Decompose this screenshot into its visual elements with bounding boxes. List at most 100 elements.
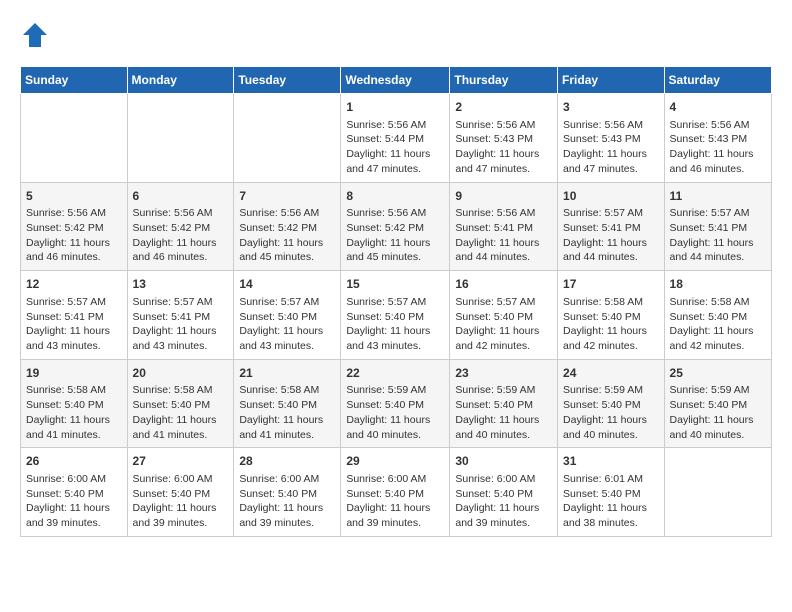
weekday-header-thursday: Thursday [450,67,558,94]
day-info-2: Sunrise: 5:56 AM Sunset: 5:43 PM Dayligh… [455,118,552,177]
day-info-19: Sunrise: 5:58 AM Sunset: 5:40 PM Dayligh… [26,383,122,442]
day-info-20: Sunrise: 5:58 AM Sunset: 5:40 PM Dayligh… [133,383,229,442]
day-number-11: 11 [670,188,766,205]
day-number-23: 23 [455,365,552,382]
day-number-26: 26 [26,453,122,470]
day-number-14: 14 [239,276,335,293]
day-info-16: Sunrise: 5:57 AM Sunset: 5:40 PM Dayligh… [455,295,552,354]
day-number-7: 7 [239,188,335,205]
day-cell-13: 13Sunrise: 5:57 AM Sunset: 5:41 PM Dayli… [127,271,234,360]
day-cell-20: 20Sunrise: 5:58 AM Sunset: 5:40 PM Dayli… [127,359,234,448]
day-info-13: Sunrise: 5:57 AM Sunset: 5:41 PM Dayligh… [133,295,229,354]
day-cell-2: 2 Sunrise: 5:56 AM Sunset: 5:43 PM Daylig… [450,94,558,183]
day-cell-18: 18 Sunrise: 5:58 AM Sunset: 5:40 PM Dayli… [664,271,771,360]
day-number-5: 5 [26,188,122,205]
day-cell-15: 15 Sunrise: 5:57 AM Sunset: 5:40 PM Dayli… [341,271,450,360]
day-cell-19: 19Sunrise: 5:58 AM Sunset: 5:40 PM Dayli… [21,359,128,448]
day-number-20: 20 [133,365,229,382]
day-number-25: 25 [670,365,766,382]
day-info-4: Sunrise: 5:56 AM Sunset: 5:43 PM Dayligh… [670,118,766,177]
day-info-7: Sunrise: 5:56 AM Sunset: 5:42 PM Dayligh… [239,206,335,265]
day-number-24: 24 [563,365,659,382]
day-number-8: 8 [346,188,444,205]
empty-cell [21,94,128,183]
day-cell-30: 30 Sunrise: 6:00 AM Sunset: 5:40 PM Dayli… [450,448,558,537]
day-number-3: 3 [563,99,659,116]
day-cell-8: 8Sunrise: 5:56 AM Sunset: 5:42 PM Daylig… [341,182,450,271]
day-info-1: Sunrise: 5:56 AM Sunset: 5:44 PM Dayligh… [346,118,444,177]
day-info-23: Sunrise: 5:59 AM Sunset: 5:40 PM Dayligh… [455,383,552,442]
day-number-2: 2 [455,99,552,116]
empty-cell [234,94,341,183]
weekday-header-saturday: Saturday [664,67,771,94]
calendar-table: SundayMondayTuesdayWednesdayThursdayFrid… [20,66,772,537]
day-info-26: Sunrise: 6:00 AM Sunset: 5:40 PM Dayligh… [26,472,122,531]
day-number-29: 29 [346,453,444,470]
day-number-30: 30 [455,453,552,470]
day-cell-25: 25Sunrise: 5:59 AM Sunset: 5:40 PM Dayli… [664,359,771,448]
day-cell-17: 17 Sunrise: 5:58 AM Sunset: 5:40 PM Dayli… [558,271,665,360]
weekday-header-friday: Friday [558,67,665,94]
day-number-21: 21 [239,365,335,382]
day-info-24: Sunrise: 5:59 AM Sunset: 5:40 PM Dayligh… [563,383,659,442]
week-row-3: 12 Sunrise: 5:57 AM Sunset: 5:41 PM Dayli… [21,271,772,360]
empty-cell [127,94,234,183]
day-info-5: Sunrise: 5:56 AM Sunset: 5:42 PM Dayligh… [26,206,122,265]
day-number-16: 16 [455,276,552,293]
week-row-2: 5Sunrise: 5:56 AM Sunset: 5:42 PM Daylig… [21,182,772,271]
week-row-4: 19Sunrise: 5:58 AM Sunset: 5:40 PM Dayli… [21,359,772,448]
day-number-15: 15 [346,276,444,293]
day-number-18: 18 [670,276,766,293]
day-number-19: 19 [26,365,122,382]
day-number-1: 1 [346,99,444,116]
day-cell-26: 26 Sunrise: 6:00 AM Sunset: 5:40 PM Dayli… [21,448,128,537]
day-number-22: 22 [346,365,444,382]
weekday-header-monday: Monday [127,67,234,94]
day-cell-7: 7Sunrise: 5:56 AM Sunset: 5:42 PM Daylig… [234,182,341,271]
day-cell-23: 23Sunrise: 5:59 AM Sunset: 5:40 PM Dayli… [450,359,558,448]
logo-icon [20,20,50,50]
weekday-header-sunday: Sunday [21,67,128,94]
day-info-17: Sunrise: 5:58 AM Sunset: 5:40 PM Dayligh… [563,295,659,354]
day-cell-5: 5Sunrise: 5:56 AM Sunset: 5:42 PM Daylig… [21,182,128,271]
day-info-18: Sunrise: 5:58 AM Sunset: 5:40 PM Dayligh… [670,295,766,354]
day-cell-12: 12 Sunrise: 5:57 AM Sunset: 5:41 PM Dayli… [21,271,128,360]
day-number-31: 31 [563,453,659,470]
day-info-12: Sunrise: 5:57 AM Sunset: 5:41 PM Dayligh… [26,295,122,354]
day-cell-22: 22Sunrise: 5:59 AM Sunset: 5:40 PM Dayli… [341,359,450,448]
day-info-14: Sunrise: 5:57 AM Sunset: 5:40 PM Dayligh… [239,295,335,354]
day-cell-28: 28Sunrise: 6:00 AM Sunset: 5:40 PM Dayli… [234,448,341,537]
day-cell-29: 29 Sunrise: 6:00 AM Sunset: 5:40 PM Dayli… [341,448,450,537]
day-number-12: 12 [26,276,122,293]
logo [20,20,54,50]
day-cell-10: 10Sunrise: 5:57 AM Sunset: 5:41 PM Dayli… [558,182,665,271]
day-info-25: Sunrise: 5:59 AM Sunset: 5:40 PM Dayligh… [670,383,766,442]
day-number-28: 28 [239,453,335,470]
day-cell-21: 21Sunrise: 5:58 AM Sunset: 5:40 PM Dayli… [234,359,341,448]
page-header [20,20,772,50]
day-number-6: 6 [133,188,229,205]
day-cell-27: 27Sunrise: 6:00 AM Sunset: 5:40 PM Dayli… [127,448,234,537]
day-info-11: Sunrise: 5:57 AM Sunset: 5:41 PM Dayligh… [670,206,766,265]
day-info-30: Sunrise: 6:00 AM Sunset: 5:40 PM Dayligh… [455,472,552,531]
day-info-27: Sunrise: 6:00 AM Sunset: 5:40 PM Dayligh… [133,472,229,531]
day-cell-6: 6Sunrise: 5:56 AM Sunset: 5:42 PM Daylig… [127,182,234,271]
week-row-1: 1 Sunrise: 5:56 AM Sunset: 5:44 PM Daylig… [21,94,772,183]
weekday-header-tuesday: Tuesday [234,67,341,94]
week-row-5: 26 Sunrise: 6:00 AM Sunset: 5:40 PM Dayli… [21,448,772,537]
empty-cell [664,448,771,537]
day-info-8: Sunrise: 5:56 AM Sunset: 5:42 PM Dayligh… [346,206,444,265]
day-cell-16: 16 Sunrise: 5:57 AM Sunset: 5:40 PM Dayli… [450,271,558,360]
day-cell-1: 1 Sunrise: 5:56 AM Sunset: 5:44 PM Daylig… [341,94,450,183]
day-info-15: Sunrise: 5:57 AM Sunset: 5:40 PM Dayligh… [346,295,444,354]
day-info-29: Sunrise: 6:00 AM Sunset: 5:40 PM Dayligh… [346,472,444,531]
day-info-9: Sunrise: 5:56 AM Sunset: 5:41 PM Dayligh… [455,206,552,265]
day-number-9: 9 [455,188,552,205]
day-info-21: Sunrise: 5:58 AM Sunset: 5:40 PM Dayligh… [239,383,335,442]
day-cell-14: 14 Sunrise: 5:57 AM Sunset: 5:40 PM Dayli… [234,271,341,360]
day-cell-9: 9Sunrise: 5:56 AM Sunset: 5:41 PM Daylig… [450,182,558,271]
day-info-3: Sunrise: 5:56 AM Sunset: 5:43 PM Dayligh… [563,118,659,177]
weekday-header-row: SundayMondayTuesdayWednesdayThursdayFrid… [21,67,772,94]
day-number-17: 17 [563,276,659,293]
day-info-10: Sunrise: 5:57 AM Sunset: 5:41 PM Dayligh… [563,206,659,265]
